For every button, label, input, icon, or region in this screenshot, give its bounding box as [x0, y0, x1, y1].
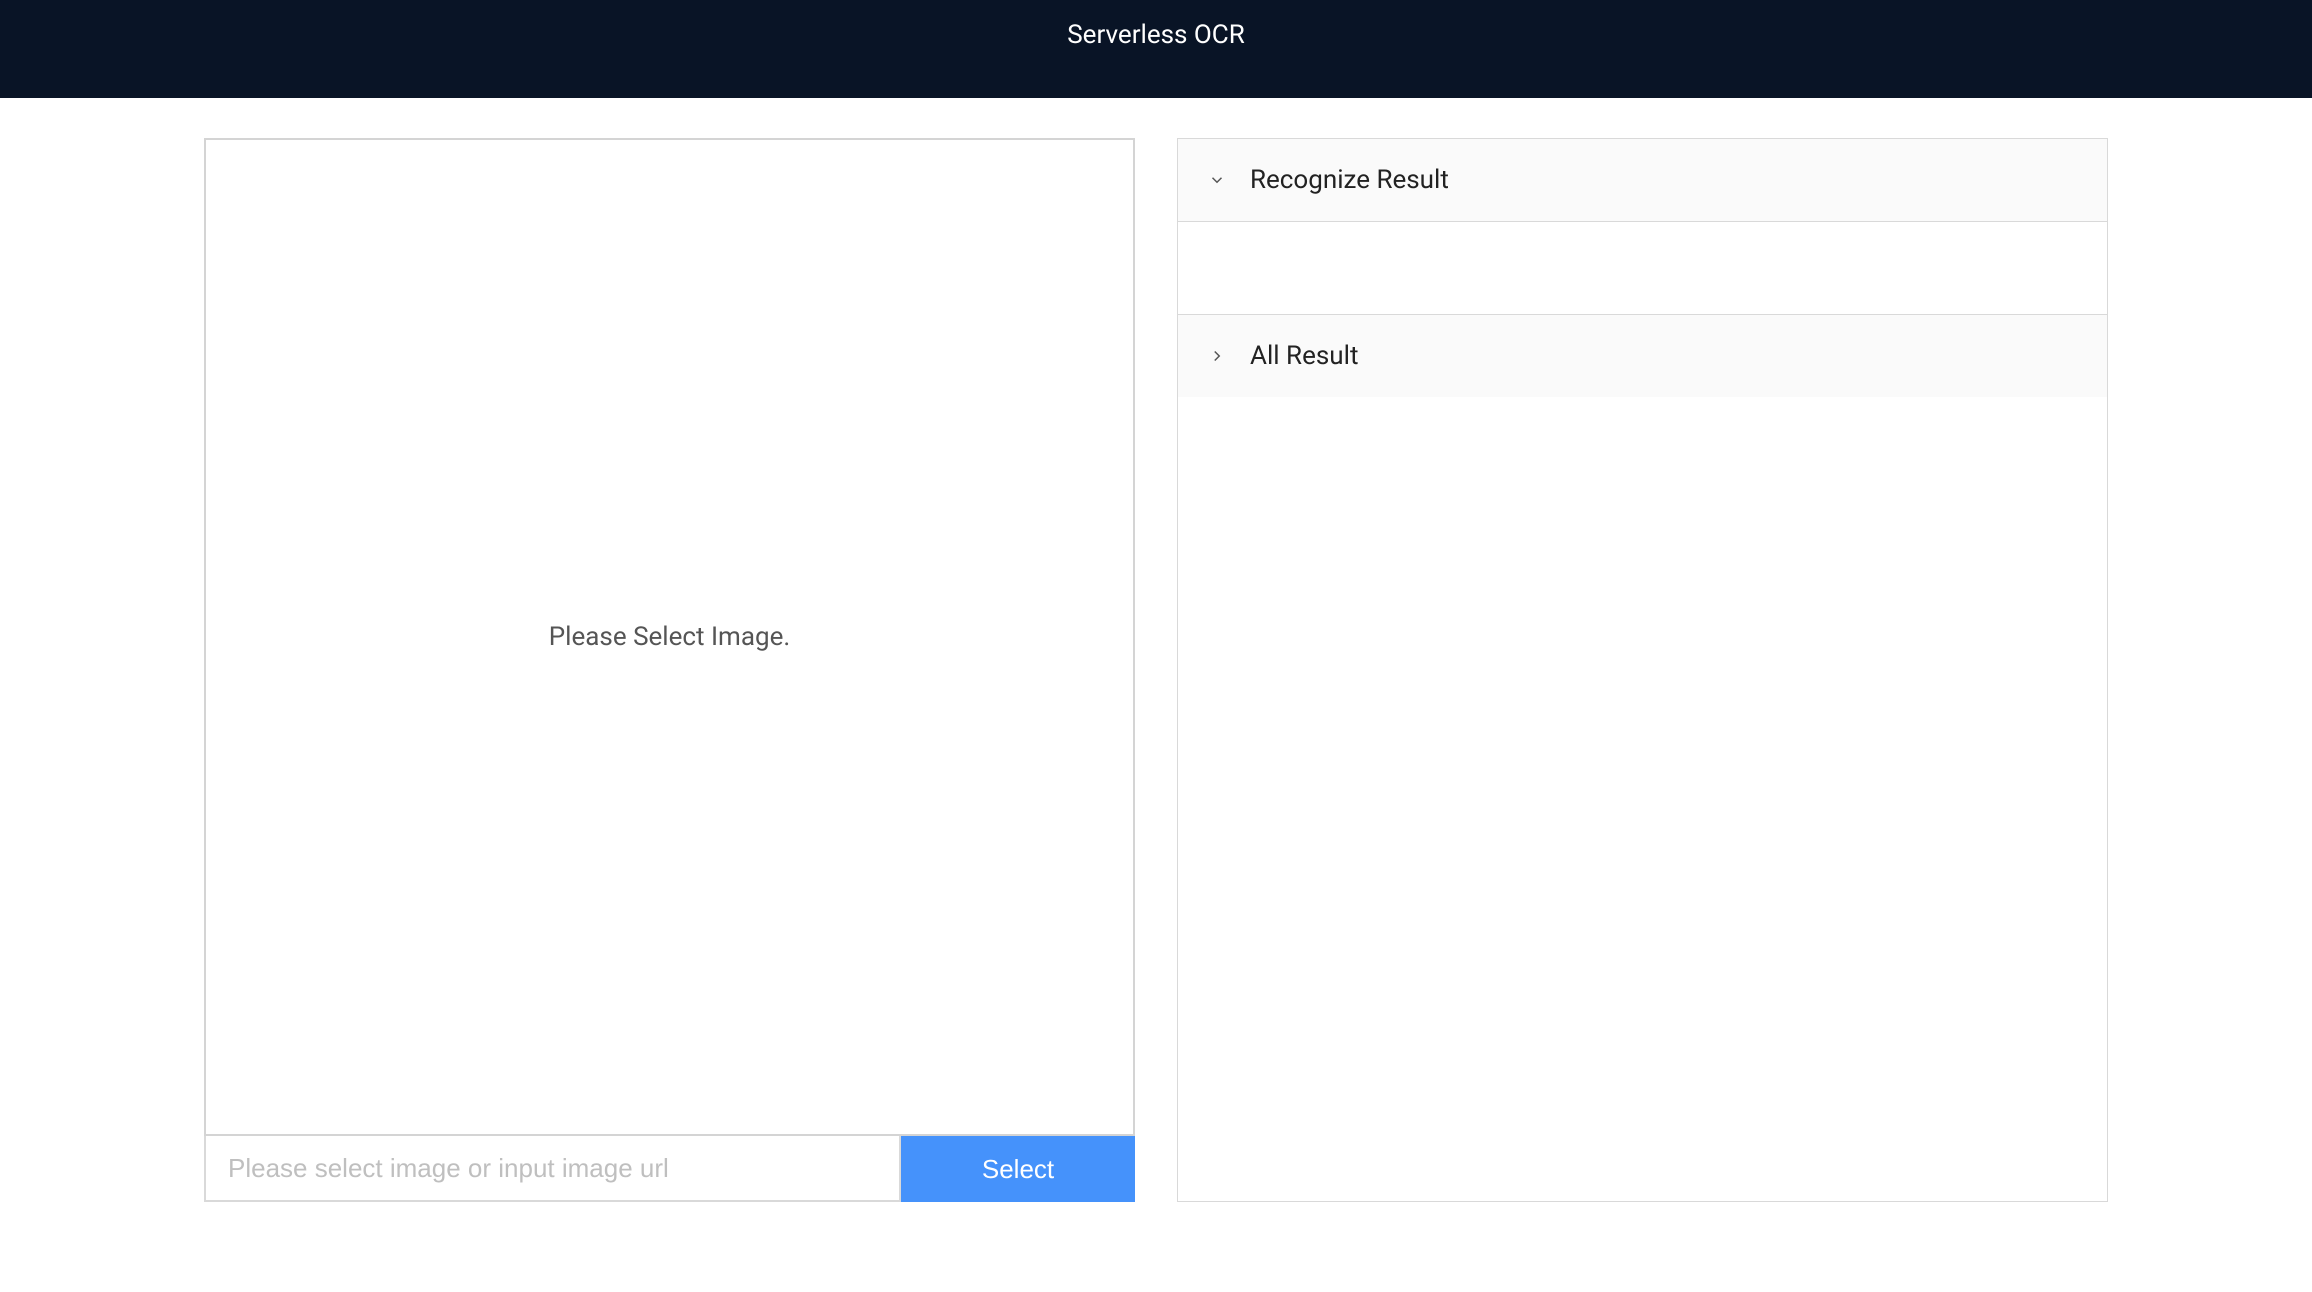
all-result-section: All Result	[1178, 315, 2107, 397]
recognize-result-header[interactable]: Recognize Result	[1178, 139, 2107, 221]
app-title: Serverless OCR	[1067, 20, 1245, 50]
image-url-input[interactable]	[204, 1136, 901, 1202]
select-button[interactable]: Select	[901, 1136, 1135, 1202]
image-drop-area[interactable]: Please Select Image.	[204, 138, 1135, 1136]
chevron-down-icon	[1208, 171, 1226, 189]
recognize-result-content	[1178, 221, 2107, 314]
main-content: Please Select Image. Select Recognize Re…	[0, 98, 2312, 1202]
all-result-header[interactable]: All Result	[1178, 315, 2107, 397]
image-placeholder-text: Please Select Image.	[549, 622, 790, 652]
image-panel: Please Select Image. Select	[204, 138, 1135, 1202]
input-row: Select	[204, 1136, 1135, 1202]
all-result-title: All Result	[1250, 341, 1358, 371]
recognize-result-section: Recognize Result	[1178, 139, 2107, 315]
results-panel: Recognize Result All Result	[1177, 138, 2108, 1202]
recognize-result-title: Recognize Result	[1250, 165, 1449, 195]
app-header: Serverless OCR	[0, 0, 2312, 98]
chevron-right-icon	[1208, 347, 1226, 365]
